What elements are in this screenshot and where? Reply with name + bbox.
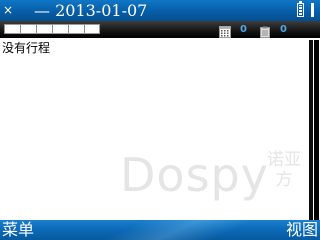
calendar-count: 0 [240, 24, 247, 35]
close-icon[interactable]: × [2, 3, 14, 17]
toolbar: 0 0 [0, 21, 320, 38]
scrollbar-track[interactable] [309, 40, 313, 220]
view-softkey[interactable]: 视图 [286, 220, 318, 240]
battery-icon [297, 1, 304, 17]
battery-level-indicator [299, 5, 302, 15]
memo-icon[interactable] [259, 23, 271, 38]
scrollbar-thumb[interactable] [314, 40, 319, 220]
watermark-cjk-text: 诺亚方 [267, 150, 301, 190]
date-title: — 2013-01-07 [34, 1, 148, 20]
calendar-grid-icon[interactable] [219, 23, 231, 38]
watermark-logo: Dospy [120, 148, 269, 202]
signal-bar [311, 3, 314, 17]
title-bar: × — 2013-01-07 [0, 0, 320, 21]
menu-softkey[interactable]: 菜单 [2, 220, 34, 240]
memo-count: 0 [280, 24, 287, 35]
date-strip-indicator [4, 24, 100, 34]
softkey-bar: 菜单 视图 [0, 220, 320, 240]
empty-state-message: 没有行程 [2, 41, 51, 55]
